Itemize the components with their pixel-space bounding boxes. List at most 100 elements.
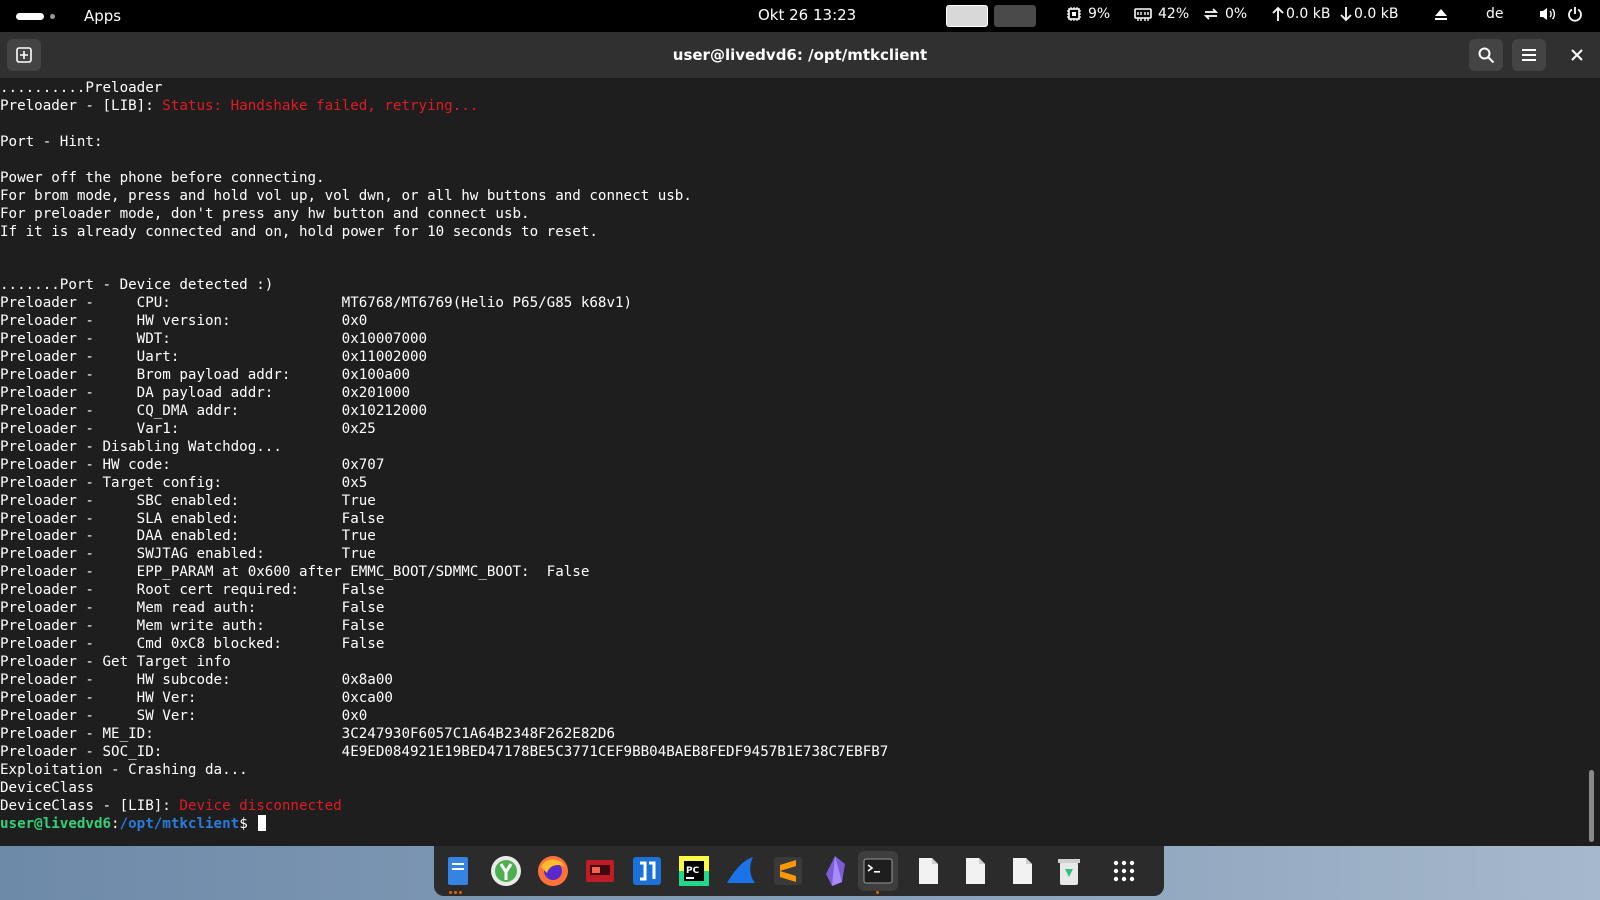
menu-button[interactable] (1512, 39, 1546, 71)
shell-prompt[interactable]: user@livedvd6:/opt/mtkclient$ (0, 815, 1588, 833)
terminal-line: Preloader - DAA enabled: True (0, 528, 376, 545)
volume-button[interactable] (1538, 6, 1556, 22)
terminal-line: Preloader - CPU: MT6768/MT6769(Helio P65… (0, 295, 633, 312)
terminal-line: Exploitation - Crashing da... (0, 761, 248, 778)
eject-icon (1435, 9, 1447, 20)
terminal-line: Preloader - HW version: 0x0 (0, 313, 368, 330)
terminal-line: Preloader - SWJTAG enabled: True (0, 546, 376, 563)
terminal-line: ..........Preloader (0, 80, 163, 96)
document-icon (1013, 858, 1032, 884)
terminal-line: Preloader - EPP_PARAM at 0x600 after EMM… (0, 564, 590, 581)
terminal-line: Preloader - Cmd 0xC8 blocked: False (0, 636, 385, 653)
swap-indicator[interactable]: 0% (1203, 6, 1247, 22)
terminal-line: Preloader - DA payload addr: 0x201000 (0, 384, 410, 401)
workspace-thumbnail-2[interactable] (994, 5, 1036, 27)
dock-file-manager[interactable] (440, 853, 476, 889)
log-prefix: DeviceClass - [LIB]: (0, 797, 180, 814)
terminal-line: Preloader - Get Target info (0, 654, 231, 670)
dock-jdownloader[interactable] (629, 853, 665, 889)
dock-firefox[interactable] (535, 853, 571, 889)
show-apps-button[interactable] (1106, 853, 1142, 889)
dock-trash[interactable] (1051, 853, 1087, 889)
prompt-separator: : (111, 816, 120, 833)
terminal-line: For preloader mode, don't press any hw b… (0, 205, 530, 222)
prompt-symbol: $ (239, 816, 257, 833)
volume-icon (1540, 8, 1556, 20)
gparted-icon (586, 860, 614, 882)
memory-value: 42% (1158, 6, 1190, 22)
dock-pycharm[interactable]: PC (676, 853, 712, 889)
terminal-line: Preloader - SW Ver: 0x0 (0, 707, 368, 724)
dock-document-1[interactable] (910, 853, 946, 889)
terminal-line: Preloader - SBC enabled: True (0, 492, 376, 509)
swap-icon (1203, 8, 1219, 20)
terminal-line: Preloader - CQ_DMA addr: 0x10212000 (0, 402, 428, 419)
terminal-line: Preloader - Disabling Watchdog... (0, 438, 282, 455)
running-indicator-icon (459, 891, 462, 894)
running-indicator-icon (449, 891, 452, 894)
arrow-down-icon (1340, 7, 1352, 22)
network-up-value: 0.0 kB (1286, 6, 1331, 22)
terminal-output[interactable]: ..........Preloader Preloader - [LIB]: S… (0, 78, 1588, 848)
eject-button[interactable] (1433, 6, 1449, 22)
dock-gparted[interactable] (582, 853, 618, 889)
close-icon (1571, 49, 1583, 61)
prompt-path: /opt/mtkclient (119, 816, 240, 833)
dock-document-2[interactable] (957, 853, 993, 889)
svg-text:PC: PC (686, 866, 700, 876)
terminal-line: Preloader - Uart: 0x11002000 (0, 349, 428, 366)
terminal-line: Preloader - Target config: 0x5 (0, 474, 368, 491)
terminal-line: .......Port - Device detected :) (0, 277, 274, 294)
network-down-indicator[interactable]: 0.0 kB (1340, 6, 1398, 22)
apps-menu-button[interactable]: Apps (84, 7, 121, 25)
network-up-indicator[interactable]: 0.0 kB (1272, 6, 1330, 22)
dock-terminal[interactable] (858, 851, 898, 891)
dock-wireshark[interactable] (723, 853, 759, 889)
wireshark-icon (727, 857, 755, 883)
keyboard-layout-indicator[interactable]: de (1486, 6, 1504, 22)
document-icon (919, 858, 938, 884)
activities-indicator-icon[interactable] (16, 13, 44, 20)
scrollbar-thumb[interactable] (1589, 770, 1594, 842)
cpu-icon (1067, 7, 1081, 21)
obsidian-icon (826, 856, 845, 886)
terminal-line: Preloader - WDT: 0x10007000 (0, 331, 428, 348)
cpu-value: 9% (1088, 6, 1111, 22)
workspace-dot-icon (50, 14, 55, 19)
terminal-line: Port - Hint: (0, 133, 103, 150)
terminal-headerbar: user@livedvd6: /opt/mtkclient (0, 32, 1600, 78)
cpu-indicator[interactable]: 9% (1066, 6, 1110, 22)
memory-indicator[interactable]: 42% (1134, 6, 1189, 22)
clock[interactable]: Okt 26 13:23 (758, 6, 856, 24)
top-bar: Apps Okt 26 13:23 9% 42% 0% 0.0 kB 0.0 k… (0, 0, 1600, 32)
error-status-text: Status: Handshake failed, retrying... (162, 97, 479, 114)
terminal-line: If it is already connected and on, hold … (0, 223, 598, 240)
firefox-icon (538, 856, 568, 886)
trash-icon (1058, 859, 1080, 885)
file-manager-icon (448, 857, 468, 885)
jdownloader-icon (633, 857, 661, 885)
terminal-line: Preloader - Root cert required: False (0, 582, 385, 599)
search-button[interactable] (1469, 39, 1503, 71)
dock-xfburn[interactable] (488, 853, 524, 889)
close-button[interactable] (1560, 39, 1594, 71)
terminal-line: Preloader - SLA enabled: False (0, 510, 385, 527)
terminal-line: Preloader - Mem write auth: False (0, 618, 385, 635)
dock-document-3[interactable] (1004, 853, 1040, 889)
terminal-line: Preloader - HW Ver: 0xca00 (0, 689, 393, 706)
power-button[interactable] (1567, 6, 1583, 22)
terminal-line: Preloader - ME_ID: 3C247930F6057C1A64B23… (0, 725, 615, 742)
terminal-line: Preloader - HW subcode: 0x8a00 (0, 671, 393, 688)
memory-icon (1134, 8, 1152, 21)
network-down-value: 0.0 kB (1354, 6, 1399, 22)
workspace-thumbnail-1[interactable] (946, 5, 988, 27)
log-prefix: Preloader - [LIB]: (0, 97, 163, 114)
dock-sublime-text[interactable] (770, 853, 806, 889)
terminal-line: Power off the phone before connecting. (0, 169, 325, 186)
text-cursor (258, 815, 267, 832)
dock-obsidian[interactable] (817, 853, 853, 889)
terminal-line: Preloader - HW code: 0x707 (0, 456, 385, 473)
